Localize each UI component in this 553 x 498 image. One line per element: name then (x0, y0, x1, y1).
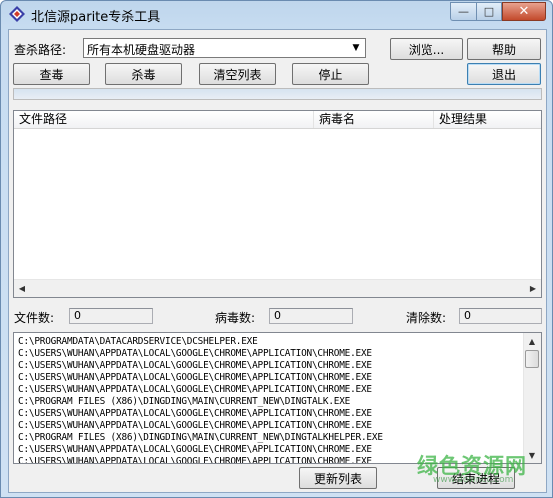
cleared-count-label: 清除数: (406, 311, 447, 325)
scan-path-value: 所有本机硬盘驱动器 (87, 43, 196, 57)
title-bar[interactable]: 北信源parite专杀工具 — □ ✕ (1, 1, 552, 27)
close-icon: ✕ (518, 4, 530, 19)
scan-path-label: 查杀路径: (14, 43, 67, 57)
column-result[interactable]: 处理结果 (434, 111, 541, 128)
process-list-item[interactable]: C:\USERS\WUHAN\APPDATA\LOCAL\GOOGLE\CHRO… (18, 360, 383, 372)
watermark-url: www.downcc.com (433, 475, 514, 485)
scroll-thumb[interactable] (525, 350, 539, 368)
process-list-item[interactable]: C:\PROGRAM FILES (X86)\DINGDING\MAIN\CUR… (18, 432, 383, 444)
scroll-up-icon[interactable]: ▲ (524, 333, 540, 349)
scroll-left-icon[interactable]: ◀ (14, 280, 30, 296)
scroll-right-icon[interactable]: ▶ (525, 280, 541, 296)
minimize-button[interactable]: — (450, 2, 476, 21)
process-list-vertical-scrollbar[interactable]: ▲ ▼ (523, 333, 541, 463)
process-list-item[interactable]: C:\USERS\WUHAN\APPDATA\LOCAL\GOOGLE\CHRO… (18, 456, 383, 463)
process-list-item[interactable]: C:\USERS\WUHAN\APPDATA\LOCAL\GOOGLE\CHRO… (18, 444, 383, 456)
app-icon (9, 6, 25, 22)
chevron-down-icon[interactable]: ▼ (348, 40, 364, 56)
maximize-icon: □ (483, 5, 495, 18)
results-table[interactable]: 文件路径 病毒名 处理结果 ◀ ▶ (13, 110, 542, 298)
files-count-field: 0 (69, 308, 153, 324)
process-list[interactable]: C:\PROGRAMDATA\DATACARDSERVICE\DCSHELPER… (13, 332, 542, 464)
virus-count-field: 0 (269, 308, 353, 324)
kill-button[interactable]: 杀毒 (105, 63, 182, 85)
files-count-label: 文件数: (14, 311, 55, 325)
column-virus-name[interactable]: 病毒名 (314, 111, 434, 128)
process-list-item[interactable]: C:\PROGRAMDATA\DATACARDSERVICE\DCSHELPER… (18, 336, 383, 348)
browse-button[interactable]: 浏览... (390, 38, 463, 60)
scan-path-select[interactable]: 所有本机硬盘驱动器 ▼ (83, 38, 366, 58)
cleared-count-field: 0 (459, 308, 542, 324)
column-file-path[interactable]: 文件路径 (14, 111, 314, 128)
exit-button[interactable]: 退出 (467, 63, 541, 85)
window-title: 北信源parite专杀工具 (31, 10, 161, 25)
process-list-item[interactable]: C:\USERS\WUHAN\APPDATA\LOCAL\GOOGLE\CHRO… (18, 384, 383, 396)
maximize-button[interactable]: □ (476, 2, 502, 21)
process-list-item[interactable]: C:\USERS\WUHAN\APPDATA\LOCAL\GOOGLE\CHRO… (18, 348, 383, 360)
virus-count-label: 病毒数: (215, 311, 256, 325)
help-button[interactable]: 帮助 (467, 38, 541, 60)
scan-button[interactable]: 查毒 (13, 63, 90, 85)
process-list-item[interactable]: C:\USERS\WUHAN\APPDATA\LOCAL\GOOGLE\CHRO… (18, 408, 383, 420)
minimize-icon: — (458, 5, 469, 18)
scan-progress-bar (13, 88, 542, 100)
refresh-list-button[interactable]: 更新列表 (299, 467, 377, 489)
results-table-header: 文件路径 病毒名 处理结果 (14, 111, 541, 129)
clear-list-button[interactable]: 清空列表 (199, 63, 276, 85)
process-list-item[interactable]: C:\USERS\WUHAN\APPDATA\LOCAL\GOOGLE\CHRO… (18, 372, 383, 384)
close-button[interactable]: ✕ (502, 2, 546, 21)
stop-button[interactable]: 停止 (292, 63, 369, 85)
client-area: 查杀路径: 所有本机硬盘驱动器 ▼ 浏览... 帮助 查毒 杀毒 清空列表 停止… (8, 29, 547, 493)
process-list-item[interactable]: C:\PROGRAM FILES (X86)\DINGDING\MAIN\CUR… (18, 396, 383, 408)
results-horizontal-scrollbar[interactable]: ◀ ▶ (14, 279, 541, 297)
process-list-lines: C:\PROGRAMDATA\DATACARDSERVICE\DCSHELPER… (18, 336, 383, 463)
app-window: 北信源parite专杀工具 — □ ✕ 查杀路径: 所有本机硬盘驱动器 ▼ 浏览… (0, 0, 553, 498)
process-list-item[interactable]: C:\USERS\WUHAN\APPDATA\LOCAL\GOOGLE\CHRO… (18, 420, 383, 432)
